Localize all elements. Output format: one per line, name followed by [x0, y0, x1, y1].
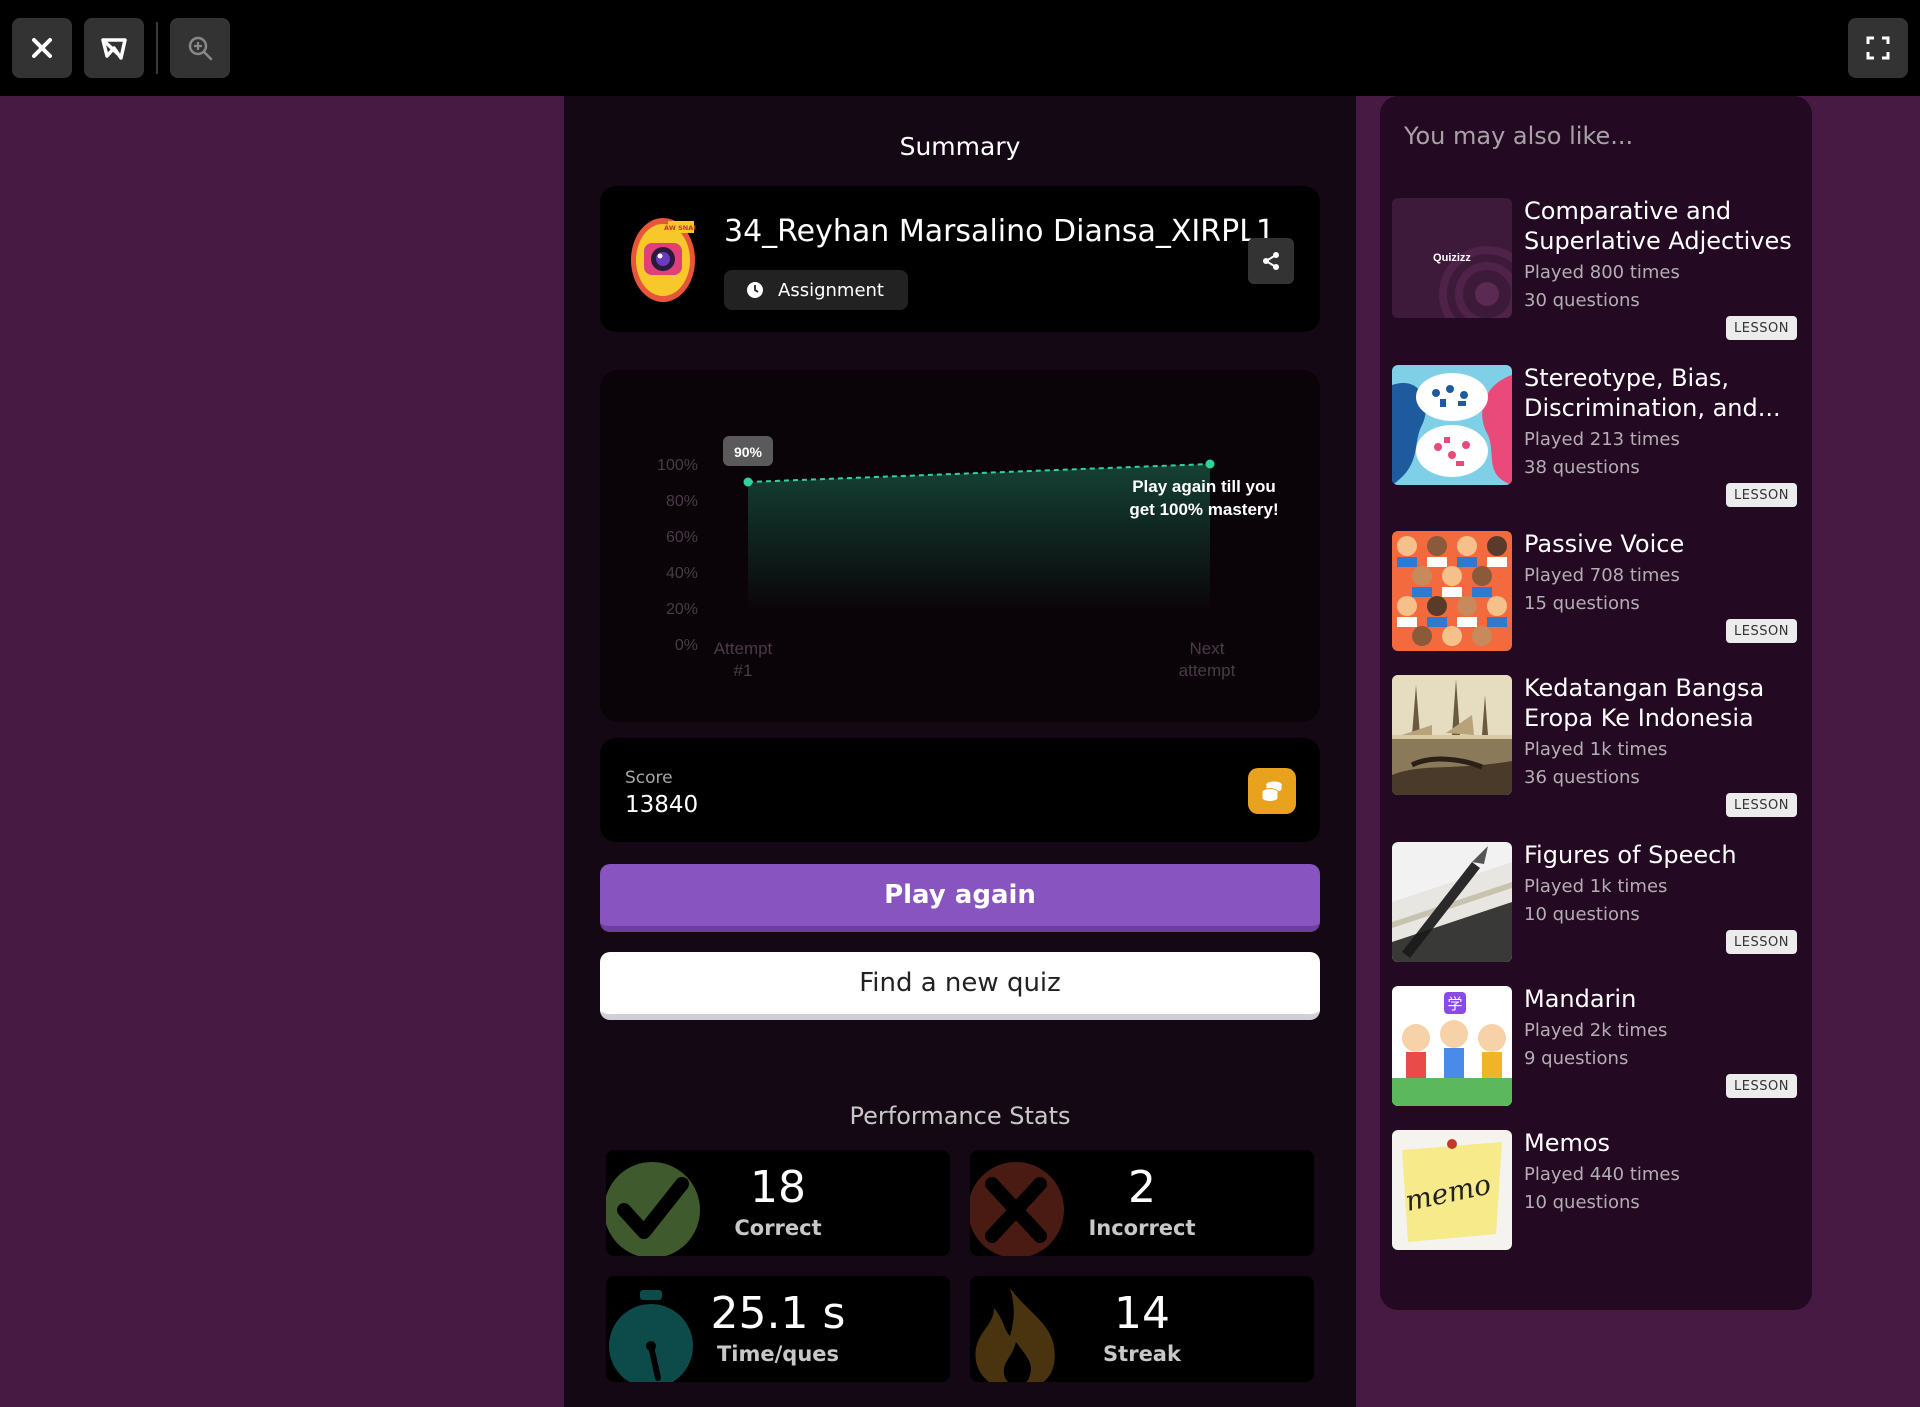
- quiz-info-card: AW SNAP 34_Reyhan Marsalino Diansa_XIRPL…: [600, 186, 1320, 332]
- thumb-hanzi-text: 学: [1447, 995, 1462, 1013]
- quizizz-logo-button[interactable]: [84, 18, 144, 78]
- quiz-thumbnail: [1392, 365, 1512, 485]
- play-count: Played 213 times: [1524, 429, 1680, 450]
- score-label: Score: [625, 768, 673, 788]
- y-tick-label: 0%: [675, 637, 698, 654]
- correct-count: 18: [750, 1162, 806, 1213]
- lesson-badge: LESSON: [1726, 619, 1797, 643]
- thumb-brand-text: Quizizz: [1433, 252, 1471, 264]
- play-count: Played 2k times: [1524, 1020, 1668, 1041]
- stat-incorrect: 2 Incorrect: [970, 1150, 1314, 1256]
- lesson-badge: LESSON: [1726, 930, 1797, 954]
- page-title: Summary: [899, 132, 1021, 161]
- correct-label: Correct: [734, 1216, 822, 1240]
- y-tick-label: 80%: [666, 493, 698, 510]
- play-count: Played 1k times: [1524, 876, 1668, 897]
- stat-time: 25.1 s Time/ques: [606, 1276, 950, 1382]
- question-count: 36 questions: [1524, 767, 1640, 788]
- play-count: Played 800 times: [1524, 262, 1680, 283]
- toolbar-divider: [156, 22, 158, 74]
- quiz-thumbnail: memo: [1392, 1130, 1512, 1250]
- play-again-button[interactable]: Play again: [600, 864, 1320, 932]
- recommendation-title: Kedatangan Bangsa Eropa Ke Indonesia: [1524, 674, 1765, 732]
- quiz-thumbnail: [1392, 842, 1512, 962]
- recommendations-title: You may also like...: [1404, 122, 1634, 150]
- recommendations-panel: You may also like... Quizizz Comparative…: [1380, 96, 1812, 1310]
- x-tick-label: Attempt: [714, 639, 773, 658]
- play-count: Played 708 times: [1524, 565, 1680, 586]
- streak-count: 14: [1114, 1288, 1170, 1339]
- zoom-in-icon: [188, 36, 213, 61]
- data-point: [1205, 459, 1215, 469]
- question-count: 15 questions: [1524, 593, 1640, 614]
- assignment-badge: Assignment: [724, 270, 908, 310]
- quiz-thumbnail: 学: [1392, 986, 1512, 1106]
- play-count: Played 1k times: [1524, 739, 1668, 760]
- recommendation-title: Figures of Speech: [1524, 841, 1737, 869]
- time-per-question: 25.1 s: [710, 1288, 846, 1339]
- data-point: [743, 477, 753, 487]
- lesson-badge: LESSON: [1726, 1074, 1797, 1098]
- quiz-logo: AW SNAP: [630, 213, 698, 303]
- play-count: Played 440 times: [1524, 1164, 1680, 1185]
- fullscreen-icon: [1866, 36, 1890, 60]
- logo-caption: AW SNAP: [664, 224, 696, 232]
- performance-stats-title: Performance Stats: [849, 1102, 1071, 1130]
- mastery-chart: 100% 80% 60% 40% 20% 0% Attempt #1 Next attempt 90…: [600, 370, 1320, 722]
- streak-label: Streak: [1103, 1342, 1181, 1366]
- top-bar: [0, 0, 1920, 96]
- question-count: 10 questions: [1524, 904, 1640, 925]
- question-count: 38 questions: [1524, 457, 1640, 478]
- lesson-badge: LESSON: [1726, 793, 1797, 817]
- y-tick-label: 20%: [666, 601, 698, 618]
- assignment-label: Assignment: [778, 279, 884, 301]
- question-count: 9 questions: [1524, 1048, 1629, 1069]
- quiz-name: 34_Reyhan Marsalino Diansa_XIRPL1: [724, 214, 1276, 249]
- chart-annotation: Play again till you: [1132, 477, 1276, 496]
- y-tick-label: 60%: [666, 529, 698, 546]
- lesson-badge: LESSON: [1726, 483, 1797, 507]
- fullscreen-button[interactable]: [1848, 18, 1908, 78]
- lesson-badge: LESSON: [1726, 316, 1797, 340]
- summary-panel: Summary AW SNAP 34_Reyhan Marsalino Dian…: [564, 96, 1356, 1407]
- recommendation-title: Memos: [1524, 1129, 1611, 1157]
- zoom-button[interactable]: [170, 18, 230, 78]
- chart-annotation: get 100% mastery!: [1129, 500, 1278, 519]
- x-tick-label: attempt: [1179, 661, 1236, 680]
- stat-correct: 18 Correct: [606, 1150, 950, 1256]
- score-value: 13840: [625, 792, 699, 818]
- clock-icon: [747, 282, 763, 298]
- stat-streak: 14 Streak: [970, 1276, 1314, 1382]
- close-icon: [32, 38, 52, 58]
- incorrect-label: Incorrect: [1088, 1216, 1196, 1240]
- x-tick-label: Next: [1190, 639, 1225, 658]
- time-label: Time/ques: [716, 1342, 840, 1366]
- share-button[interactable]: [1248, 238, 1294, 284]
- question-count: 30 questions: [1524, 290, 1640, 311]
- find-new-quiz-button[interactable]: Find a new quiz: [600, 952, 1320, 1020]
- chart-svg: 100% 80% 60% 40% 20% 0% Attempt #1 Next attempt 90…: [657, 436, 1279, 680]
- coins-icon: [1248, 768, 1296, 814]
- recommendation-title: Passive Voice: [1524, 530, 1685, 558]
- y-tick-label: 40%: [666, 565, 698, 582]
- recommendation-title: Mandarin: [1524, 985, 1637, 1013]
- quiz-thumbnail: [1392, 675, 1512, 795]
- y-tick-label: 100%: [657, 457, 698, 474]
- question-count: 10 questions: [1524, 1192, 1640, 1213]
- quiz-thumbnail: Quizizz: [1392, 198, 1512, 318]
- quizizz-logo-icon: [101, 38, 127, 60]
- quiz-thumbnail: [1392, 531, 1512, 651]
- share-icon: [1263, 252, 1279, 270]
- recommendation-title: Stereotype, Bias, Discrimination, and...: [1524, 364, 1781, 422]
- score-card: Score 13840: [600, 738, 1320, 842]
- x-tick-label: #1: [734, 661, 753, 680]
- recommendation-title: Comparative and Superlative Adjectives: [1524, 197, 1792, 255]
- point-label: 90%: [734, 444, 763, 460]
- incorrect-count: 2: [1128, 1162, 1156, 1213]
- close-button[interactable]: [12, 18, 72, 78]
